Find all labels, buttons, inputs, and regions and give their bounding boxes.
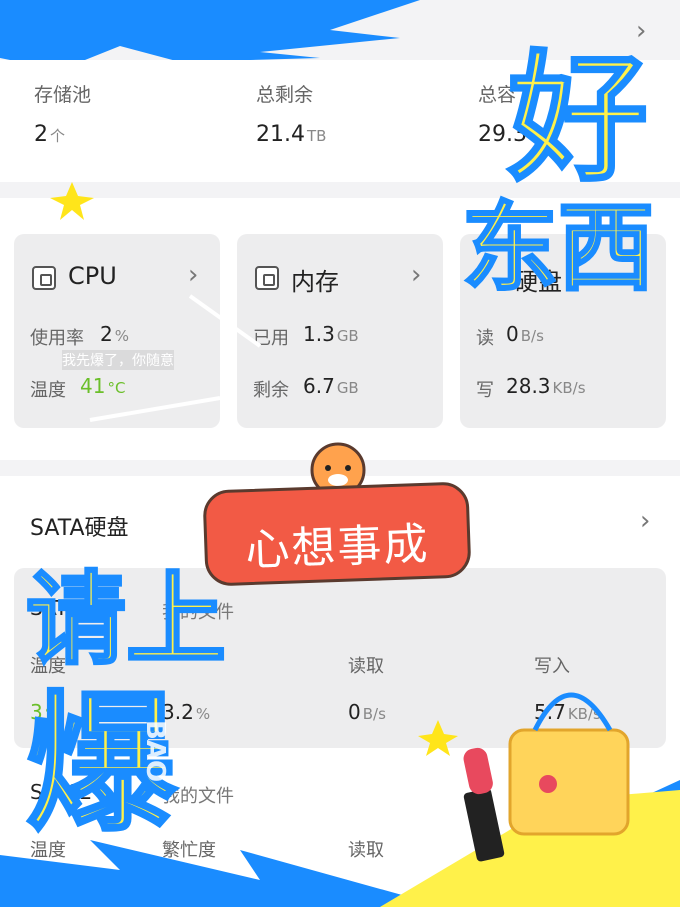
memory-used-value: 1.3 GB	[303, 322, 359, 346]
sata-disk-1-busy-unit: %	[195, 705, 211, 723]
sata-title: SATA硬盘	[30, 516, 129, 541]
memory-free-unit: GB	[336, 379, 359, 397]
memory-tile[interactable]: 内存 › 已用 1.3 GB 剩余 6.7 GB	[237, 234, 443, 428]
sata-disk-1-read-unit: B/s	[362, 705, 386, 723]
cpu-icon	[32, 266, 56, 290]
overlay-text-top: 好	[506, 38, 649, 201]
disk-write-number: 28.3	[506, 374, 551, 398]
memory-icon	[255, 266, 279, 290]
banner-badge: 心想事成	[202, 481, 472, 587]
overlay-subtitle: 我先爆了，你随意	[62, 350, 174, 370]
memory-used-label: 已用	[253, 328, 289, 349]
disk-write-value: 28.3 KB/s	[506, 374, 586, 398]
remaining-value: 21.4 TB	[256, 122, 326, 147]
remaining-number: 21.4	[256, 122, 305, 147]
cpu-temp-value: 41 °C	[80, 374, 125, 398]
chevron-right-icon: ›	[411, 260, 422, 290]
disk-read-unit: B/s	[520, 327, 544, 345]
remaining-label: 总剩余	[256, 84, 314, 106]
disk-read-label: 读	[476, 328, 494, 349]
sata-disk-1-write-label: 写入	[534, 656, 570, 677]
cpu-usage-unit: %	[114, 327, 129, 345]
memory-free-number: 6.7	[303, 374, 335, 398]
chevron-right-icon[interactable]: ›	[640, 506, 650, 536]
memory-free-label: 剩余	[253, 380, 289, 401]
sata-disk-1-read-label: 读取	[348, 656, 384, 677]
cpu-temp-label: 温度	[30, 380, 66, 401]
chevron-right-icon: ›	[188, 260, 199, 290]
cpu-usage-number: 2	[100, 322, 113, 346]
disk-write-label: 写	[476, 380, 494, 401]
overlay-text-mid: 东西	[461, 192, 656, 304]
memory-title: 内存	[291, 268, 339, 296]
watermark-text: BAO	[140, 720, 170, 783]
cpu-temp-unit: °C	[107, 379, 126, 397]
disk-read-number: 0	[506, 322, 519, 346]
disk-read-value: 0 B/s	[506, 322, 544, 346]
cpu-usage-value: 2%	[100, 322, 129, 346]
overlay-text-left-1: 请上	[25, 561, 228, 678]
pools-label: 存储池	[34, 84, 92, 106]
memory-free-value: 6.7 GB	[303, 374, 359, 398]
sata-disk-1-write-unit: KB/s	[567, 705, 601, 723]
cpu-temp-number: 41	[80, 374, 106, 398]
pools-value: 2个	[34, 122, 65, 147]
sata-disk-1-read-number: 0	[348, 700, 361, 724]
cpu-usage-label: 使用率	[30, 328, 84, 349]
sata-disk-1-write-value: 5.7 KB/s	[534, 700, 601, 724]
banner-text: 心想事成	[244, 518, 431, 577]
sata-disk-1-write-number: 5.7	[534, 700, 566, 724]
cpu-tile[interactable]: CPU › 使用率 2% 温度 41 °C	[14, 234, 220, 428]
memory-used-unit: GB	[336, 327, 359, 345]
sata-disk-1-read-value: 0 B/s	[348, 700, 386, 724]
pools-unit: 个	[50, 127, 66, 145]
remaining-unit: TB	[306, 127, 327, 145]
cpu-title: CPU	[68, 262, 117, 290]
sata-disk-2-read-label: 读取	[348, 840, 384, 861]
pools-number: 2	[34, 122, 48, 147]
memory-used-number: 1.3	[303, 322, 335, 346]
disk-write-unit: KB/s	[552, 379, 586, 397]
